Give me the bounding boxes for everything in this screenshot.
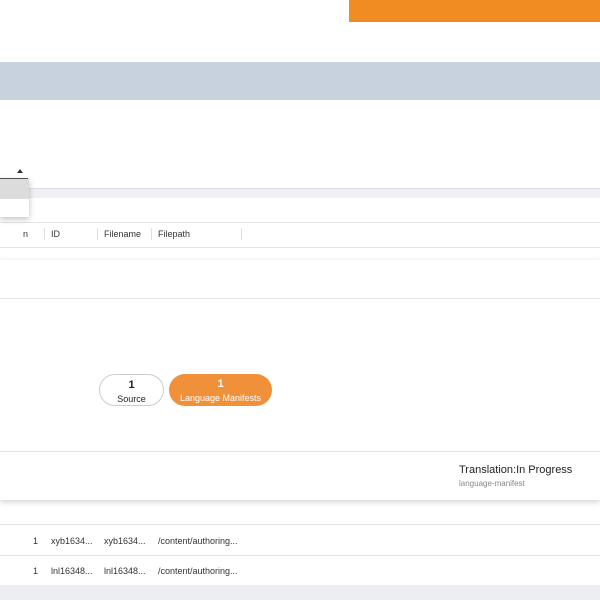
row-count: 1 bbox=[33, 566, 39, 576]
source-label: Source bbox=[117, 394, 146, 404]
table-header bbox=[0, 222, 600, 248]
row-filepath: /content/authoring... bbox=[158, 566, 238, 576]
table-row[interactable]: 1 xyb1634... xyb1634... /content/authori… bbox=[0, 525, 600, 555]
toolbar-strip bbox=[0, 188, 600, 198]
row-id: xyb1634... bbox=[51, 536, 93, 546]
language-manifests-pill[interactable]: 1 Language Manifests bbox=[169, 374, 272, 406]
caret-up-icon[interactable] bbox=[17, 169, 23, 173]
column-separator bbox=[97, 228, 98, 240]
language-manifests-count: 1 bbox=[217, 378, 224, 390]
column-header-filename[interactable]: Filename bbox=[104, 229, 141, 239]
source-count: 1 bbox=[128, 379, 135, 391]
table-row[interactable]: 1 lnl16348... lnl16348... /content/autho… bbox=[0, 556, 600, 585]
manifest-panel: 1 Source 1 Language Manifests Translatio… bbox=[0, 260, 600, 500]
row-id: lnl16348... bbox=[51, 566, 93, 576]
column-separator bbox=[151, 228, 152, 240]
column-separator bbox=[241, 228, 242, 240]
source-count-pill[interactable]: 1 Source bbox=[99, 374, 164, 406]
column-header-n[interactable]: n bbox=[23, 229, 28, 239]
column-separator bbox=[44, 228, 45, 240]
panel-divider bbox=[0, 298, 600, 299]
panel-divider bbox=[0, 451, 600, 452]
page-banner bbox=[0, 62, 600, 100]
status-title: Translation:In Progress bbox=[459, 464, 573, 476]
row-filename: lnl16348... bbox=[104, 566, 146, 576]
app-header bbox=[0, 22, 600, 62]
bottom-strip bbox=[0, 585, 600, 600]
dropdown-option-selected[interactable] bbox=[0, 179, 29, 199]
row-filepath: /content/authoring... bbox=[158, 536, 238, 546]
status-subtitle: language-manifest bbox=[459, 479, 525, 488]
column-header-id[interactable]: ID bbox=[51, 229, 60, 239]
row-count: 1 bbox=[33, 536, 39, 546]
column-header-filepath[interactable]: Filepath bbox=[158, 229, 190, 239]
dropdown-menu[interactable] bbox=[0, 179, 29, 217]
language-manifests-label: Language Manifests bbox=[179, 393, 262, 403]
row-filename: xyb1634... bbox=[104, 536, 146, 546]
top-bar-accent bbox=[349, 0, 600, 22]
